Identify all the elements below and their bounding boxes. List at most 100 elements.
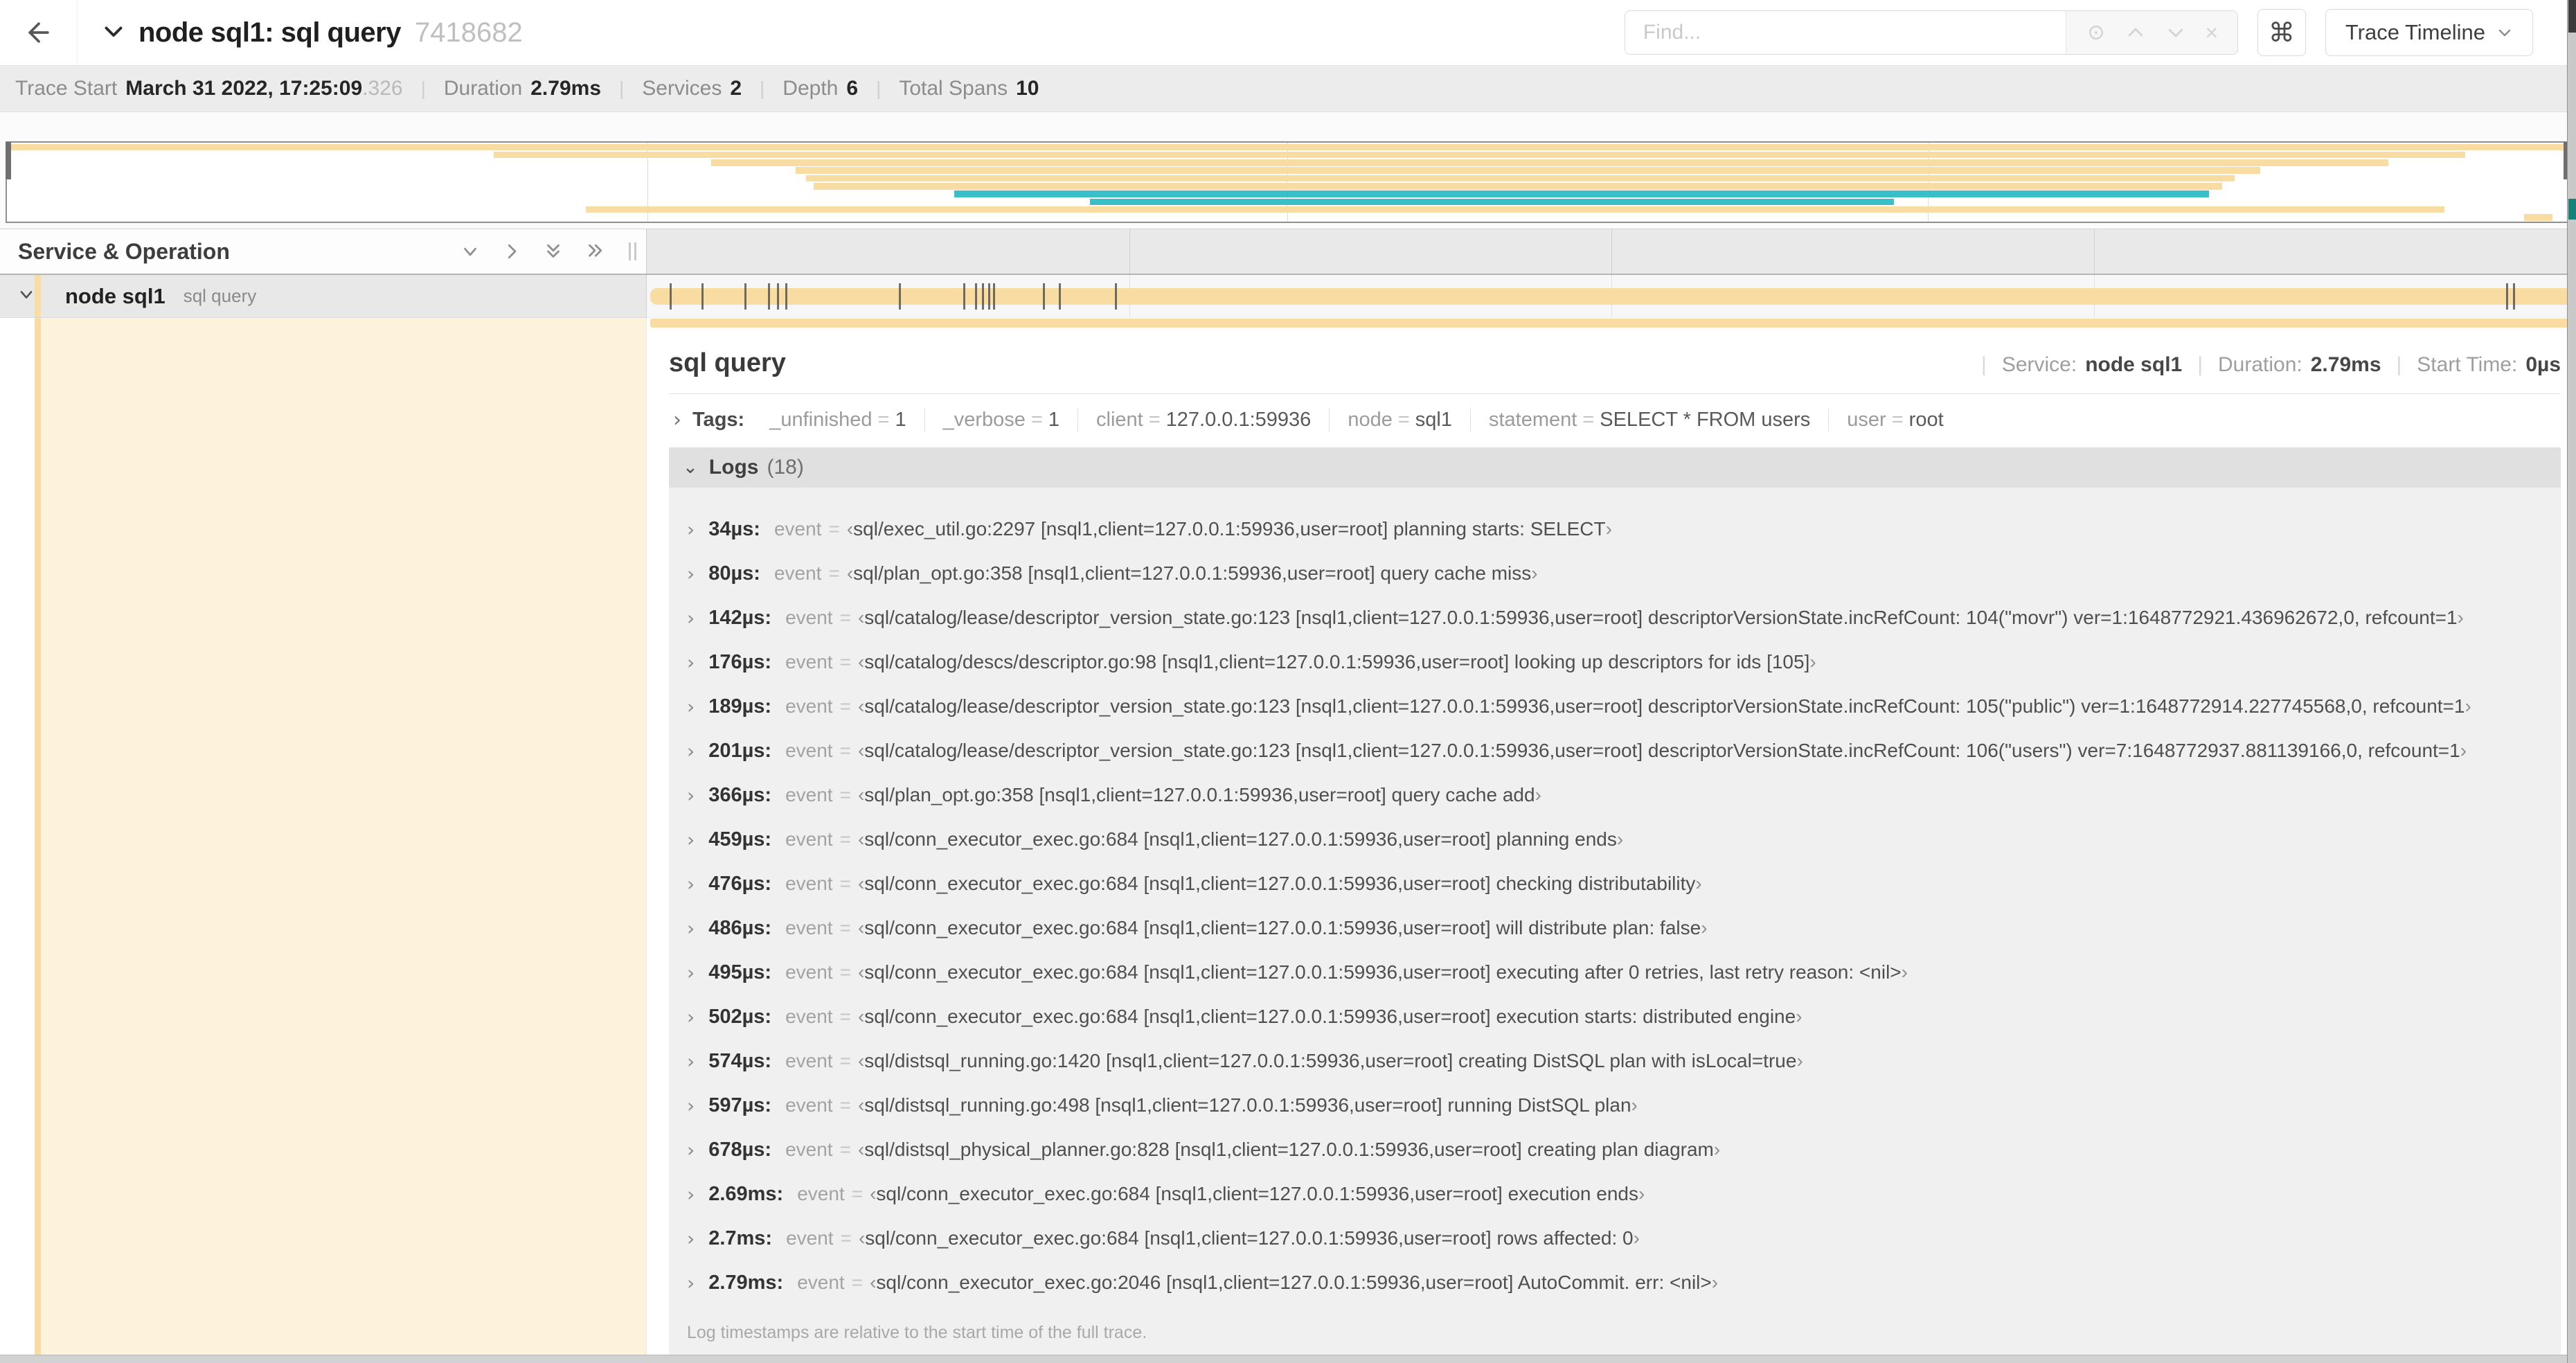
log-row[interactable]: › 2.69ms: event = ‹sql/conn_executor_exe… [669, 1172, 2561, 1216]
chevron-right-icon[interactable]: › [687, 695, 695, 718]
span-row-name-cell[interactable]: node sql1 sql query [0, 275, 647, 318]
log-field-key: event [785, 1006, 833, 1027]
locate-icon[interactable] [2086, 22, 2107, 43]
log-equals: = [839, 1050, 851, 1071]
chevron-right-icon[interactable]: › [687, 873, 695, 896]
logs-title: Logs [708, 456, 759, 479]
tag-equals: = [1397, 409, 1410, 431]
chevron-right-icon[interactable]: › [673, 408, 681, 432]
log-marker-tick [975, 283, 978, 310]
chevron-right-icon[interactable]: › [687, 518, 695, 541]
log-row[interactable]: › 502µs: event = ‹sql/conn_executor_exec… [669, 995, 2561, 1039]
tags-row[interactable]: › Tags: _unfinished = 1 _verbose = 1 client =… [669, 394, 2561, 447]
log-row[interactable]: › 201µs: event = ‹sql/catalog/lease/desc… [669, 729, 2561, 773]
log-row[interactable]: › 176µs: event = ‹sql/catalog/descs/desc… [669, 640, 2561, 684]
chevron-right-icon[interactable]: › [687, 651, 695, 674]
log-row[interactable]: › 34µs: event = ‹sql/exec_util.go:2297 [… [669, 507, 2561, 551]
log-message: ‹sql/catalog/lease/descriptor_version_st… [857, 607, 2464, 628]
minimap-left-scrubber[interactable] [6, 142, 11, 179]
find-input[interactable] [1625, 11, 2066, 54]
log-row[interactable]: › 366µs: event = ‹sql/plan_opt.go:358 [n… [669, 773, 2561, 817]
log-timestamp: 459µs: [708, 828, 772, 850]
meta-separator: | [2396, 353, 2402, 376]
chevron-right-icon[interactable]: › [687, 1094, 695, 1117]
logs-header[interactable]: ⌄ Logs (18) [669, 447, 2561, 488]
log-row[interactable]: › 574µs: event = ‹sql/distsql_running.go… [669, 1039, 2561, 1083]
chevron-right-icon[interactable]: › [687, 828, 695, 851]
log-timestamp: 2.69ms: [708, 1182, 784, 1205]
chevron-down-icon[interactable] [101, 19, 126, 47]
chevron-right-icon[interactable]: › [687, 1272, 695, 1294]
column-resize-grip[interactable] [629, 242, 636, 260]
chevron-down-icon[interactable] [17, 285, 36, 308]
chevron-up-icon[interactable] [2125, 22, 2146, 43]
window-scrollbar[interactable] [2567, 0, 2576, 1363]
log-row[interactable]: › 476µs: event = ‹sql/conn_executor_exec… [669, 862, 2561, 906]
span-operation-title: sql query [669, 348, 786, 377]
tag-equals: = [1030, 409, 1043, 431]
log-equals: = [828, 518, 840, 540]
clear-icon[interactable]: × [2205, 21, 2218, 44]
jaeger-trace-page: node sql1: sql query 7418682 × ⌘ Trace T… [0, 0, 2576, 1363]
summary-label: Services [642, 77, 722, 100]
chevron-right-icon[interactable]: › [687, 740, 695, 763]
log-row[interactable]: › 486µs: event = ‹sql/conn_executor_exec… [669, 906, 2561, 950]
log-marker-tick [785, 283, 787, 310]
tag-value: root [1908, 409, 1944, 431]
log-row[interactable]: › 142µs: event = ‹sql/catalog/lease/desc… [669, 596, 2561, 640]
log-row[interactable]: › 678µs: event = ‹sql/distsql_physical_p… [669, 1128, 2561, 1172]
minimap-canvas[interactable] [6, 141, 2569, 223]
chevron-right-icon[interactable]: › [687, 1183, 695, 1206]
meta-label: Service: [2001, 353, 2077, 376]
tag-key: node [1348, 409, 1393, 431]
log-row[interactable]: › 80µs: event = ‹sql/plan_opt.go:358 [ns… [669, 551, 2561, 596]
log-timestamp: 2.7ms: [708, 1227, 773, 1249]
chevron-right-icon[interactable]: › [687, 1006, 695, 1028]
summary-value: March 31 2022, 17:25:09.326 [125, 77, 403, 100]
collapse-one-icon[interactable] [460, 241, 481, 262]
span-meta: | Service: node sql1 | Duration: 2.79ms … [1966, 353, 2561, 377]
scrollbar-thumb[interactable] [2568, 0, 2576, 33]
log-row[interactable]: › 2.7ms: event = ‹sql/conn_executor_exec… [669, 1216, 2561, 1260]
meta-value: 0µs [2525, 353, 2561, 376]
chevron-right-icon[interactable]: › [687, 961, 695, 984]
log-row[interactable]: › 495µs: event = ‹sql/conn_executor_exec… [669, 950, 2561, 995]
log-timestamp: 486µs: [708, 916, 772, 939]
minimap-span-bar [954, 190, 2210, 197]
minimap-spans [7, 143, 2568, 222]
back-button[interactable] [0, 0, 78, 65]
log-row[interactable]: › 2.79ms: event = ‹sql/conn_executor_exe… [669, 1260, 2561, 1305]
chevron-right-icon[interactable]: › [687, 607, 695, 630]
chevron-right-icon[interactable]: › [687, 1227, 695, 1250]
log-marker-tick [701, 283, 704, 310]
collapse-all-icon[interactable] [543, 241, 564, 262]
detail-span-mini-bar [650, 319, 2573, 328]
log-marker-tick [744, 283, 746, 310]
arrow-left-icon [28, 22, 49, 43]
log-equals: = [851, 1183, 864, 1204]
log-equals: = [839, 1139, 851, 1160]
chevron-down-icon[interactable] [2165, 22, 2186, 43]
expand-all-icon[interactable] [584, 241, 605, 262]
log-message: ‹sql/catalog/lease/descriptor_version_st… [857, 740, 2467, 761]
keyboard-shortcuts-button[interactable]: ⌘ [2257, 9, 2306, 56]
span-row[interactable]: node sql1 sql query [0, 275, 2576, 318]
expand-one-icon[interactable] [501, 241, 522, 262]
span-row-timeline-cell[interactable] [647, 275, 2576, 318]
chevron-right-icon[interactable]: › [687, 562, 695, 585]
log-row[interactable]: › 189µs: event = ‹sql/catalog/lease/desc… [669, 684, 2561, 729]
trace-view-selector-button[interactable]: Trace Timeline [2325, 9, 2533, 56]
chevron-right-icon[interactable]: › [687, 1050, 695, 1073]
window-bottom-edge [0, 1355, 2567, 1363]
chevron-down-icon[interactable]: ⌄ [683, 457, 698, 478]
log-marker-tick [963, 283, 966, 310]
log-row[interactable]: › 459µs: event = ‹sql/conn_executor_exec… [669, 817, 2561, 862]
span-detail-panel: sql query | Service: node sql1 | Duratio… [647, 318, 2576, 1363]
log-equals: = [839, 695, 851, 717]
chevron-right-icon[interactable]: › [687, 784, 695, 807]
chevron-right-icon[interactable]: › [687, 917, 695, 940]
log-message: ‹sql/catalog/descs/descriptor.go:98 [nsq… [857, 651, 1816, 672]
log-marker-tick [1115, 283, 1118, 310]
log-row[interactable]: › 597µs: event = ‹sql/distsql_running.go… [669, 1083, 2561, 1128]
chevron-right-icon[interactable]: › [687, 1139, 695, 1161]
